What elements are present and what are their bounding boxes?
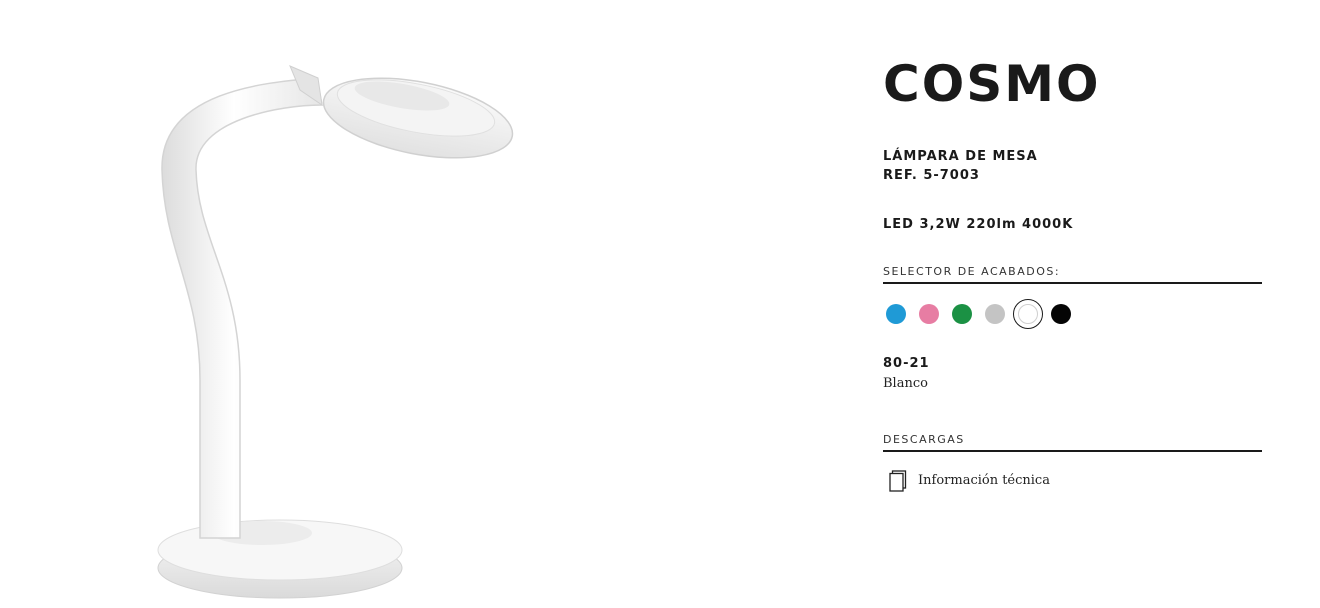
document-icon	[889, 470, 907, 492]
product-title: COSMO	[883, 55, 1101, 113]
downloads-header: DESCARGAS	[883, 433, 1262, 452]
technical-info-label: Información técnica	[918, 473, 1050, 488]
product-reference: REF. 5-7003	[883, 168, 980, 183]
product-image	[150, 50, 530, 608]
technical-info-link[interactable]: Información técnica	[889, 470, 1050, 492]
product-type: LÁMPARA DE MESA	[883, 149, 1038, 164]
color-swatch-green[interactable]	[952, 304, 972, 324]
color-swatch-pink[interactable]	[919, 304, 939, 324]
color-swatch-black[interactable]	[1051, 304, 1071, 324]
color-swatch-grey[interactable]	[985, 304, 1005, 324]
finish-swatches	[886, 298, 1084, 330]
product-spec: LED 3,2W 220lm 4000K	[883, 217, 1074, 232]
color-swatch-white[interactable]	[1013, 299, 1043, 329]
color-swatch-white-inner	[1018, 304, 1038, 324]
finish-name: Blanco	[883, 376, 928, 391]
finish-code: 80-21	[883, 356, 930, 371]
finish-selector-header: SELECTOR DE ACABADOS:	[883, 265, 1262, 284]
color-swatch-blue[interactable]	[886, 304, 906, 324]
